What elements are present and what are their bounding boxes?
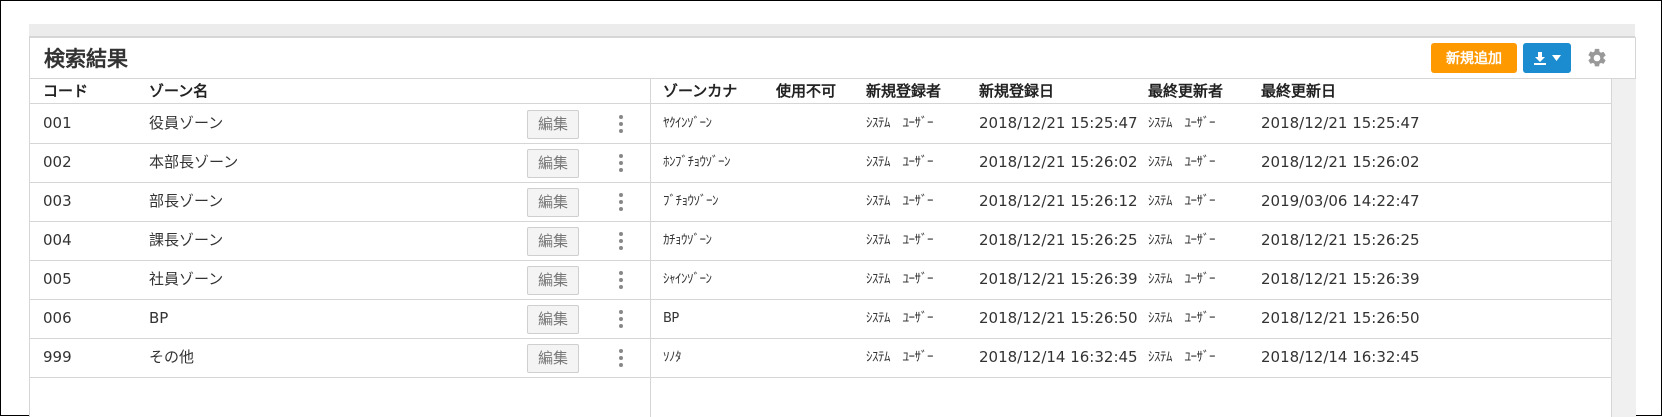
cell-created-at: 2018/12/21 15:26:50 [979,309,1138,327]
download-button[interactable] [1523,43,1571,73]
table-row[interactable]: 004 課長ゾーン ｶﾁｮｳｿﾞｰﾝ ｼｽﾃﾑ ﾕｰｻﾞｰ 2018/12/21 15:… [30,221,1611,261]
chevron-down-icon [1552,55,1561,61]
cell-zone-name: その他 [149,348,195,366]
more-options-icon[interactable] [614,308,628,330]
more-options-icon[interactable] [614,347,628,369]
table-row[interactable]: 005 社員ゾーン ｼｬｲﾝｿﾞｰﾝ ｼｽﾃﾑ ﾕｰｻﾞｰ 2018/12/21 15:… [30,260,1611,300]
cell-updated-at: 2018/12/14 16:32:45 [1261,348,1420,366]
cell-zone-kana: ﾌﾞﾁｮｳｿﾞｰﾝ [663,194,719,209]
cell-created-by: ｼｽﾃﾑ ﾕｰｻﾞｰ [866,155,934,170]
cell-created-at: 2018/12/21 15:26:39 [979,270,1138,288]
more-options-icon[interactable] [614,152,628,174]
more-options-icon[interactable] [614,269,628,291]
header-zone-kana[interactable]: ゾーンカナ [663,79,737,103]
cell-zone-kana: ﾎﾝﾌﾞﾁｮｳｿﾞｰﾝ [663,155,731,170]
cell-created-at: 2018/12/14 16:32:45 [979,348,1138,366]
cell-code: 004 [43,231,72,249]
cell-zone-name: 課長ゾーン [149,231,224,249]
cell-code: 001 [43,114,72,132]
more-options-icon[interactable] [614,113,628,135]
cell-code: 006 [43,309,72,327]
table-row[interactable]: 006 BP BP ｼｽﾃﾑ ﾕｰｻﾞｰ 2018/12/21 15:26:50 ｼｽﾃﾑ… [30,299,1611,339]
frozen-column-divider [650,79,651,417]
edit-button[interactable]: 編集 [527,266,579,295]
header-code[interactable]: コード [43,79,88,103]
cell-created-at: 2018/12/21 15:25:47 [979,114,1138,132]
cell-updated-at: 2018/12/21 15:26:39 [1261,270,1420,288]
cell-updated-at: 2018/12/21 15:26:02 [1261,153,1420,171]
table-row[interactable]: 001 役員ゾーン ﾔｸｲﾝｿﾞｰﾝ ｼｽﾃﾑ ﾕｰｻﾞｰ 2018/12/21 15:… [30,104,1611,144]
cell-updated-by: ｼｽﾃﾑ ﾕｰｻﾞｰ [1148,116,1216,131]
cell-code: 999 [43,348,72,366]
edit-button[interactable]: 編集 [527,344,579,373]
download-icon [1534,52,1546,65]
cell-zone-kana: ｼｬｲﾝｿﾞｰﾝ [663,272,712,287]
cell-zone-name: 部長ゾーン [149,192,224,210]
cell-updated-by: ｼｽﾃﾑ ﾕｰｻﾞｰ [1148,155,1216,170]
panel-title: 検索結果 [44,47,128,71]
cell-updated-by: ｼｽﾃﾑ ﾕｰｻﾞｰ [1148,311,1216,326]
cell-zone-name: 役員ゾーン [149,114,224,132]
header-disabled[interactable]: 使用不可 [776,79,836,103]
cell-zone-kana: BP [663,311,679,326]
edit-button[interactable]: 編集 [527,227,579,256]
cell-created-by: ｼｽﾃﾑ ﾕｰｻﾞｰ [866,272,934,287]
cell-updated-by: ｼｽﾃﾑ ﾕｰｻﾞｰ [1148,350,1216,365]
cell-created-at: 2018/12/21 15:26:12 [979,192,1138,210]
cell-updated-at: 2018/12/21 15:26:25 [1261,231,1420,249]
add-new-button[interactable]: 新規追加 [1431,43,1517,73]
header-updated-at[interactable]: 最終更新日 [1261,79,1336,103]
header-zone-name[interactable]: ゾーン名 [149,79,208,103]
cell-updated-by: ｼｽﾃﾑ ﾕｰｻﾞｰ [1148,272,1216,287]
edit-button[interactable]: 編集 [527,110,579,139]
header-created-by[interactable]: 新規登録者 [866,79,941,103]
cell-created-by: ｼｽﾃﾑ ﾕｰｻﾞｰ [866,311,934,326]
search-results-panel: 検索結果 新規追加 コード ゾーン名 ゾーンカナ 使用不可 新規登録者 新規登録… [29,37,1636,417]
cell-created-by: ｼｽﾃﾑ ﾕｰｻﾞｰ [866,116,934,131]
more-options-icon[interactable] [614,191,628,213]
edit-button[interactable]: 編集 [527,188,579,217]
vertical-scrollbar[interactable] [1611,79,1636,417]
table-row[interactable]: 003 部長ゾーン ﾌﾞﾁｮｳｿﾞｰﾝ ｼｽﾃﾑ ﾕｰｻﾞｰ 2018/12/21 15… [30,182,1611,222]
cell-created-at: 2018/12/21 15:26:02 [979,153,1138,171]
cell-zone-name: 社員ゾーン [149,270,224,288]
cell-zone-kana: ｿﾉﾀ [663,350,682,365]
cell-zone-kana: ｶﾁｮｳｿﾞｰﾝ [663,233,712,248]
cell-created-by: ｼｽﾃﾑ ﾕｰｻﾞｰ [866,233,934,248]
header-updated-by[interactable]: 最終更新者 [1148,79,1223,103]
cell-updated-by: ｼｽﾃﾑ ﾕｰｻﾞｰ [1148,194,1216,209]
cell-zone-kana: ﾔｸｲﾝｿﾞｰﾝ [663,116,712,131]
more-options-icon[interactable] [614,230,628,252]
cell-zone-name: 本部長ゾーン [149,153,239,171]
cell-updated-at: 2019/03/06 14:22:47 [1261,192,1420,210]
table-row[interactable]: 002 本部長ゾーン ﾎﾝﾌﾞﾁｮｳｿﾞｰﾝ ｼｽﾃﾑ ﾕｰｻﾞｰ 2018/12/21… [30,143,1611,183]
edit-button[interactable]: 編集 [527,305,579,334]
cell-updated-by: ｼｽﾃﾑ ﾕｰｻﾞｰ [1148,233,1216,248]
cell-created-by: ｼｽﾃﾑ ﾕｰｻﾞｰ [866,350,934,365]
cell-zone-name: BP [149,309,169,327]
header-created-at[interactable]: 新規登録日 [979,79,1054,103]
panel-header: 検索結果 新規追加 [30,38,1635,79]
table-row[interactable]: 999 その他 ｿﾉﾀ ｼｽﾃﾑ ﾕｰｻﾞｰ 2018/12/14 16:32:45 ｼｽ… [30,338,1611,378]
cell-code: 003 [43,192,72,210]
cell-created-by: ｼｽﾃﾑ ﾕｰｻﾞｰ [866,194,934,209]
gear-icon[interactable] [1586,47,1608,69]
edit-button[interactable]: 編集 [527,149,579,178]
toolbar-strip [29,24,1635,37]
cell-created-at: 2018/12/21 15:26:25 [979,231,1138,249]
cell-updated-at: 2018/12/21 15:26:50 [1261,309,1420,327]
cell-code: 005 [43,270,72,288]
cell-updated-at: 2018/12/21 15:25:47 [1261,114,1420,132]
cell-code: 002 [43,153,72,171]
